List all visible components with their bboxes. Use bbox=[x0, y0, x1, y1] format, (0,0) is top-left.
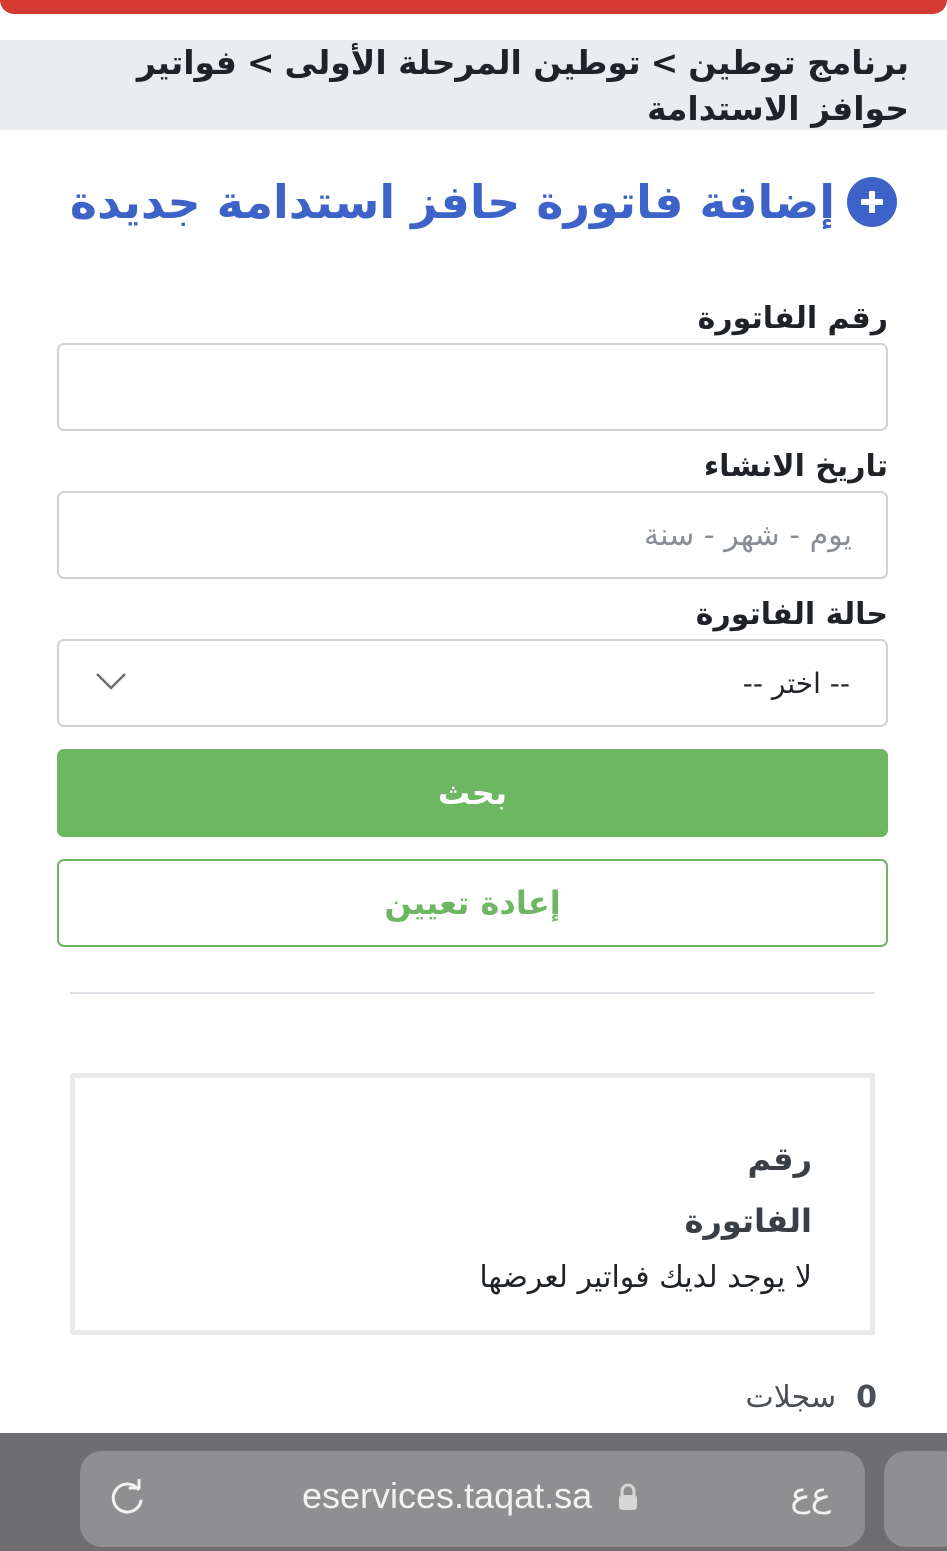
invoice-number-input[interactable] bbox=[57, 343, 888, 431]
address-bar[interactable]: eservices.taqat.sa ع‌ع bbox=[80, 1451, 865, 1547]
chevron-down-icon bbox=[95, 671, 127, 695]
url-text: eservices.taqat.sa bbox=[302, 1475, 593, 1516]
page-title: إضافة فاتورة حافز استدامة جديدة bbox=[69, 175, 835, 229]
top-accent-bar bbox=[0, 0, 947, 14]
results-table: رقم الفاتورة لا يوجد لديك فواتير لعرضها bbox=[70, 1073, 875, 1335]
records-count: 0 سجلات bbox=[745, 1380, 877, 1415]
breadcrumb-item-phase[interactable]: توطين المرحلة الأولى bbox=[284, 43, 640, 82]
invoice-number-label: رقم الفاتورة bbox=[697, 301, 888, 336]
invoice-status-select[interactable]: -- اختر -- bbox=[57, 639, 888, 727]
lock-icon bbox=[617, 1482, 639, 1516]
add-invoice-link[interactable]: إضافة فاتورة حافز استدامة جديدة bbox=[70, 175, 897, 229]
plus-circle-icon bbox=[847, 177, 897, 227]
breadcrumb-separator: > bbox=[246, 43, 275, 82]
reload-icon[interactable] bbox=[108, 1478, 148, 1523]
created-date-label: تاريخ الانشاء bbox=[703, 449, 888, 484]
reset-button[interactable]: إعادة تعيين bbox=[57, 859, 888, 947]
text-size-button[interactable]: ع‌ع bbox=[790, 1475, 831, 1515]
records-count-value: 0 bbox=[856, 1380, 877, 1415]
select-value: -- اختر -- bbox=[742, 666, 850, 700]
breadcrumb: برنامج توطين>توطين المرحلة الأولى>فواتير… bbox=[0, 40, 947, 130]
breadcrumb-item-program[interactable]: برنامج توطين bbox=[688, 43, 909, 82]
browser-toolbar: eservices.taqat.sa ع‌ع bbox=[0, 1433, 947, 1551]
divider bbox=[70, 992, 875, 994]
records-count-label: سجلات bbox=[745, 1380, 837, 1415]
tab-switcher[interactable] bbox=[884, 1451, 947, 1547]
column-header-invoice-number: رقم الفاتورة bbox=[684, 1140, 812, 1240]
search-form: رقم الفاتورة تاريخ الانشاء حالة الفاتورة… bbox=[57, 295, 888, 947]
created-date-input[interactable] bbox=[57, 491, 888, 579]
invoice-status-label: حالة الفاتورة bbox=[695, 597, 888, 632]
empty-state-message: لا يوجد لديك فواتير لعرضها bbox=[479, 1260, 812, 1295]
breadcrumb-separator: > bbox=[650, 43, 679, 82]
search-button[interactable]: بحث bbox=[57, 749, 888, 837]
